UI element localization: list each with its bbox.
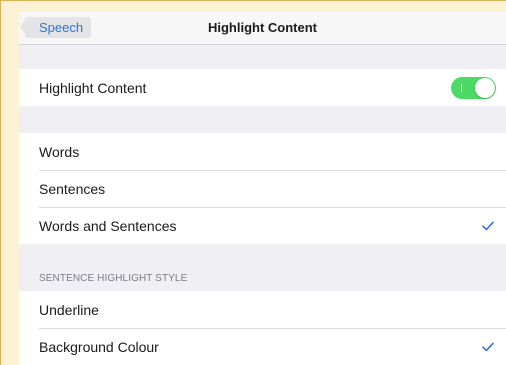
option-background-colour[interactable]: Background Colour [19, 328, 506, 365]
back-button[interactable]: Speech [20, 17, 92, 38]
toggle-on-indicator-icon [461, 83, 462, 92]
settings-screen: Speech Highlight Content Highlight Conte… [19, 12, 506, 365]
highlight-content-toggle[interactable] [451, 76, 496, 99]
option-words[interactable]: Words [19, 133, 506, 170]
page-title: Highlight Content [207, 20, 318, 35]
checkmark-icon [482, 221, 494, 230]
back-chevron-icon [20, 19, 26, 35]
toggle-knob [475, 77, 495, 98]
option-label: Words and Sentences [39, 217, 177, 234]
back-button-label: Speech [39, 20, 84, 35]
sentence-style-group: Underline Background Colour [19, 291, 506, 365]
option-words-and-sentences[interactable]: Words and Sentences [19, 207, 506, 244]
section-header-sentence-style: SENTENCE HIGHLIGHT STYLE [39, 273, 188, 284]
option-underline[interactable]: Underline [19, 291, 506, 328]
highlight-content-label: Highlight Content [39, 79, 147, 96]
option-label: Background Colour [39, 338, 159, 355]
option-label: Sentences [39, 180, 106, 197]
option-label: Underline [39, 301, 99, 318]
option-label: Words [39, 143, 80, 160]
checkmark-icon [482, 342, 494, 351]
highlight-content-row: Highlight Content [19, 69, 506, 106]
navigation-bar: Speech Highlight Content [19, 12, 506, 45]
option-sentences[interactable]: Sentences [19, 170, 506, 207]
highlight-toggle-group: Highlight Content [19, 69, 506, 106]
highlight-options-group: Words Sentences Words and Sentences [19, 133, 506, 244]
